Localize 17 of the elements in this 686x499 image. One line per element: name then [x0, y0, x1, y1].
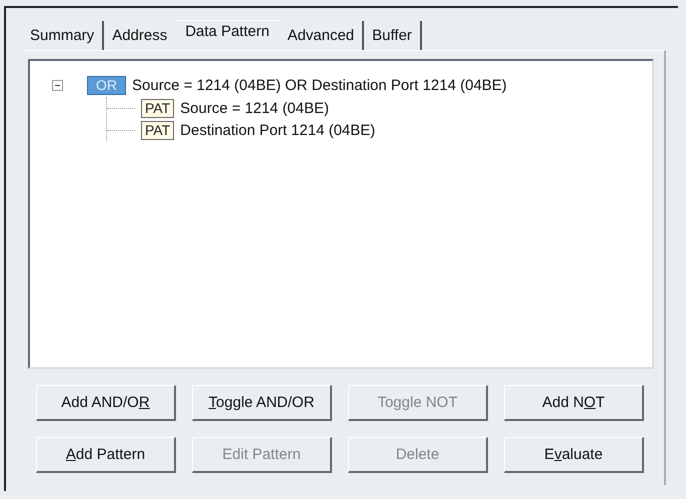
action-button[interactable]: Add NOT — [504, 385, 644, 421]
tab[interactable]: Address — [104, 21, 176, 50]
tree-item-text[interactable]: Destination Port 1214 (04BE) — [180, 122, 376, 138]
tab[interactable]: Summary — [22, 21, 104, 50]
operator-tag: OR — [87, 76, 126, 94]
action-button[interactable]: Add Pattern — [36, 437, 176, 473]
tab[interactable]: Data Pattern — [175, 20, 280, 50]
tab[interactable]: Buffer — [364, 21, 422, 50]
tree-item-text[interactable]: Source = 1214 (04BE) OR Destination Port 1214 (04BE) — [132, 76, 507, 94]
pattern-tag: PAT — [141, 98, 174, 118]
collapse-icon[interactable] — [52, 80, 63, 90]
tab[interactable]: Advanced — [279, 21, 364, 50]
action-button[interactable]: Add AND/OR — [36, 385, 176, 421]
pattern-tag: PAT — [141, 120, 174, 140]
tree-item-text[interactable]: Source = 1214 (04BE) — [180, 100, 329, 116]
action-button[interactable]: Evaluate — [504, 437, 644, 473]
action-button[interactable]: Toggle AND/OR — [192, 385, 332, 421]
